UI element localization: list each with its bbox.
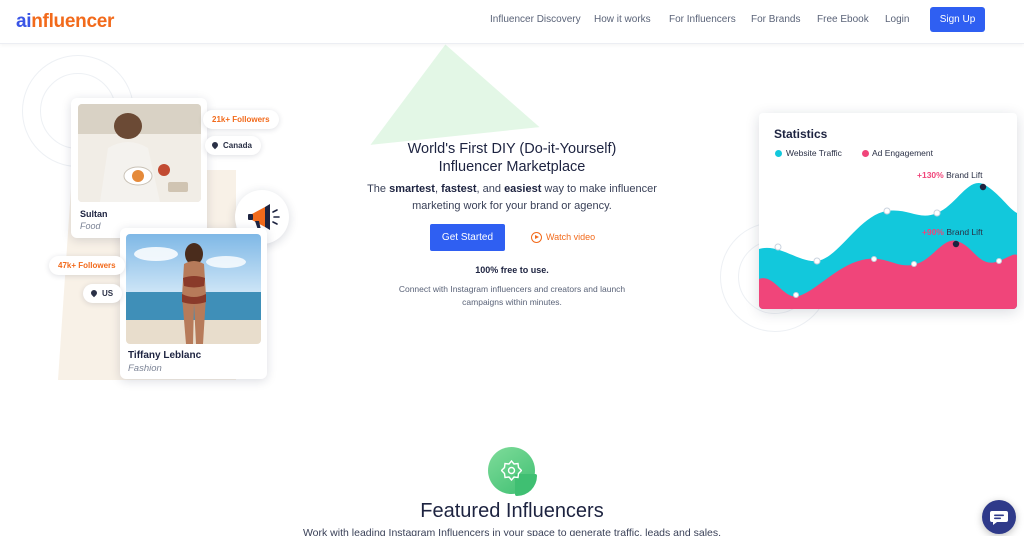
location-label: US bbox=[102, 289, 114, 298]
watch-video-link[interactable]: Watch video bbox=[546, 232, 595, 242]
signup-button[interactable]: Sign Up bbox=[930, 7, 985, 32]
hero-title: World's First DIY (Do-it-Yourself) Influ… bbox=[362, 140, 662, 176]
brand-lift-text: Brand Lift bbox=[946, 170, 983, 180]
featured-subtitle: Work with leading Instagram Influencers … bbox=[302, 527, 722, 536]
followers-badge: 47k+ Followers bbox=[49, 256, 125, 275]
brand-lift-label: +90% Brand Lift bbox=[922, 227, 983, 237]
nav-influencer-discovery[interactable]: Influencer Discovery bbox=[490, 14, 581, 25]
nav-how-it-works[interactable]: How it works bbox=[594, 14, 651, 25]
location-pin-icon bbox=[89, 288, 99, 298]
chart-point bbox=[996, 258, 1002, 264]
followers-badge: 21k+ Followers bbox=[203, 110, 279, 129]
hero-sub-line: marketing work for your brand or agency. bbox=[412, 200, 612, 212]
chart-point bbox=[883, 207, 891, 215]
brand-lift-text: Brand Lift bbox=[946, 227, 983, 237]
influencer-photo bbox=[78, 104, 201, 202]
connect-line: campaigns within minutes. bbox=[462, 297, 562, 307]
badge-icon bbox=[501, 460, 522, 481]
logo-prefix: ai bbox=[16, 11, 32, 32]
influencer-name: Sultan bbox=[80, 209, 108, 219]
chart-point bbox=[813, 257, 821, 265]
statistics-area-chart bbox=[759, 182, 1017, 309]
location-badge: Canada bbox=[205, 136, 261, 155]
hero-sub-bold: fastest bbox=[441, 183, 477, 195]
hero-sub-bold: easiest bbox=[504, 183, 542, 195]
influencer-card[interactable]: Tiffany Leblanc Fashion bbox=[120, 228, 267, 379]
connect-text: Connect with Instagram influencers and c… bbox=[392, 283, 632, 309]
decor-triangle bbox=[360, 35, 540, 145]
nav-login[interactable]: Login bbox=[885, 14, 909, 25]
hero-sub-text: The bbox=[367, 183, 390, 195]
chart-highlight-point bbox=[952, 240, 960, 248]
top-navbar: ainfluencer Influencer Discovery How it … bbox=[0, 0, 1024, 44]
chat-icon bbox=[990, 511, 1008, 525]
location-badge: US bbox=[83, 284, 123, 303]
brand-lift-value: +90% bbox=[922, 227, 944, 237]
influencer-category: Food bbox=[80, 221, 101, 231]
hero-sub-text: way to make influencer bbox=[541, 183, 657, 195]
play-icon[interactable] bbox=[531, 232, 542, 243]
site-logo[interactable]: ainfluencer bbox=[16, 11, 114, 33]
get-started-button[interactable]: Get Started bbox=[430, 224, 505, 251]
hero-sub-text: , and bbox=[476, 183, 505, 195]
featured-title: Featured Influencers bbox=[420, 500, 604, 522]
chart-point bbox=[793, 292, 799, 298]
chart-point bbox=[911, 261, 917, 267]
hero-title-line: World's First DIY (Do-it-Yourself) bbox=[407, 141, 617, 157]
hero-sub-bold: smartest bbox=[389, 183, 435, 195]
nav-for-influencers[interactable]: For Influencers bbox=[669, 14, 736, 25]
nav-for-brands[interactable]: For Brands bbox=[751, 14, 800, 25]
brand-lift-value: +130% bbox=[917, 170, 944, 180]
influencer-category: Fashion bbox=[128, 363, 162, 374]
connect-line: Connect with Instagram influencers and c… bbox=[398, 284, 626, 294]
featured-badge bbox=[488, 447, 537, 496]
location-pin-icon bbox=[210, 140, 220, 150]
chart-point bbox=[933, 209, 941, 217]
location-label: Canada bbox=[223, 141, 252, 150]
chart-highlight-point bbox=[979, 183, 987, 191]
hero-title-line: Influencer Marketplace bbox=[438, 159, 586, 175]
influencer-card[interactable]: Sultan Food bbox=[71, 98, 207, 238]
free-note: 100% free to use. bbox=[475, 265, 549, 275]
chat-widget-button[interactable] bbox=[982, 500, 1016, 534]
influencer-name: Tiffany Leblanc bbox=[128, 350, 202, 361]
nav-free-ebook[interactable]: Free Ebook bbox=[817, 14, 869, 25]
chart-point bbox=[871, 256, 877, 262]
logo-suffix: nfluencer bbox=[31, 11, 115, 32]
statistics-card: Statistics Website Traffic Ad Engagement… bbox=[759, 113, 1017, 309]
brand-lift-label: +130% Brand Lift bbox=[917, 170, 982, 180]
influencer-photo bbox=[126, 234, 261, 344]
chart-point bbox=[774, 243, 782, 251]
hero-subtitle: The smartest, fastest, and easiest way t… bbox=[352, 181, 672, 215]
